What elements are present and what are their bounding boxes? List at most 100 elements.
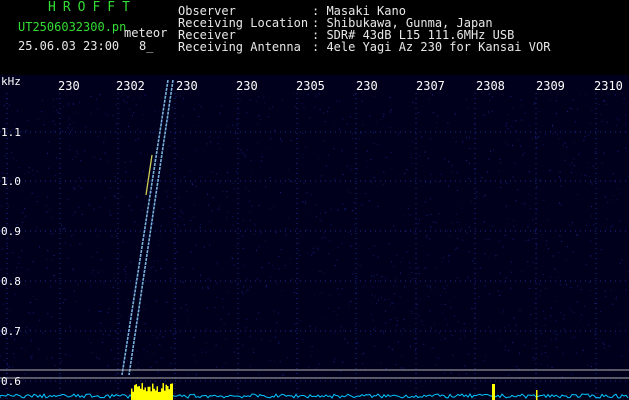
noise-pixel — [14, 294, 16, 295]
noise-pixel — [545, 288, 547, 289]
noise-pixel — [21, 347, 23, 349]
noise-pixel — [23, 131, 25, 133]
noise-pixel — [612, 224, 614, 226]
noise-pixel — [382, 330, 384, 332]
noise-pixel — [617, 188, 619, 190]
spectrum-burst-bar — [168, 389, 170, 400]
noise-pixel — [207, 286, 209, 288]
noise-pixel — [377, 256, 379, 258]
noise-pixel — [515, 120, 517, 122]
noise-pixel — [135, 139, 137, 141]
noise-pixel — [562, 354, 564, 356]
noise-pixel — [191, 287, 193, 289]
noise-pixel — [402, 258, 404, 259]
noise-pixel — [423, 268, 425, 270]
noise-pixel — [78, 177, 80, 179]
noise-pixel — [125, 171, 127, 173]
noise-pixel — [306, 192, 308, 194]
noise-pixel — [191, 182, 193, 184]
noise-pixel — [303, 182, 305, 184]
noise-pixel — [85, 126, 87, 128]
noise-pixel — [569, 224, 571, 226]
noise-pixel — [241, 235, 243, 237]
noise-pixel — [210, 141, 212, 143]
noise-pixel — [71, 235, 73, 237]
noise-pixel — [524, 203, 526, 205]
noise-pixel — [84, 150, 86, 152]
noise-pixel — [370, 275, 372, 277]
noise-pixel — [561, 376, 563, 378]
noise-pixel — [429, 182, 431, 184]
noise-pixel — [463, 323, 465, 325]
noise-pixel — [116, 331, 117, 333]
noise-pixel — [442, 312, 444, 314]
noise-pixel — [504, 141, 506, 143]
noise-pixel — [337, 209, 339, 211]
noise-pixel — [535, 229, 537, 231]
spectrum-burst-bar — [156, 386, 158, 400]
noise-pixel — [544, 318, 546, 320]
noise-pixel — [31, 192, 33, 194]
noise-pixel — [418, 219, 420, 221]
noise-pixel — [277, 312, 279, 314]
noise-pixel — [107, 365, 109, 367]
noise-pixel — [450, 372, 452, 374]
noise-pixel — [159, 234, 161, 236]
noise-pixel — [584, 136, 586, 138]
noise-pixel — [160, 267, 162, 269]
noise-pixel — [606, 227, 608, 229]
noise-pixel — [353, 224, 355, 225]
noise-pixel — [234, 188, 236, 190]
noise-pixel — [165, 191, 167, 193]
noise-pixel — [174, 141, 175, 143]
noise-pixel — [349, 192, 351, 193]
noise-pixel — [148, 281, 150, 282]
noise-pixel — [159, 333, 161, 335]
noise-pixel — [175, 96, 177, 98]
noise-pixel — [419, 299, 421, 301]
noise-pixel — [527, 226, 529, 228]
unit-label: kHz — [1, 75, 21, 88]
spectrogram-background — [0, 75, 629, 400]
noise-pixel — [127, 102, 128, 104]
noise-pixel — [175, 153, 177, 155]
noise-pixel — [105, 152, 107, 154]
noise-pixel — [310, 194, 312, 196]
noise-pixel — [505, 277, 507, 279]
noise-pixel — [500, 186, 502, 188]
noise-pixel — [36, 201, 38, 203]
noise-pixel — [28, 171, 30, 173]
noise-pixel — [170, 347, 172, 349]
noise-pixel — [255, 225, 256, 226]
noise-pixel — [203, 246, 205, 248]
noise-pixel — [319, 93, 321, 95]
noise-pixel — [452, 137, 454, 139]
noise-pixel — [130, 336, 131, 338]
noise-pixel — [49, 286, 51, 288]
noise-pixel — [389, 112, 391, 114]
time-tick-label: 2309 — [536, 79, 565, 93]
noise-pixel — [151, 192, 153, 194]
noise-pixel — [391, 261, 393, 263]
noise-pixel — [435, 267, 437, 269]
noise-pixel — [133, 98, 135, 100]
noise-pixel — [226, 196, 228, 198]
noise-pixel — [371, 294, 373, 296]
noise-pixel — [566, 146, 568, 148]
noise-pixel — [498, 338, 500, 340]
noise-pixel — [407, 208, 409, 210]
noise-pixel — [216, 331, 218, 333]
noise-pixel — [552, 255, 554, 257]
noise-pixel — [542, 144, 544, 146]
noise-pixel — [316, 367, 318, 369]
noise-pixel — [314, 294, 316, 296]
noise-pixel — [88, 309, 90, 311]
noise-pixel — [401, 333, 403, 335]
noise-pixel — [225, 338, 227, 340]
noise-pixel — [195, 244, 197, 246]
noise-pixel — [113, 278, 115, 279]
noise-pixel — [350, 168, 352, 170]
noise-pixel — [162, 336, 164, 338]
noise-pixel — [465, 160, 467, 162]
noise-pixel — [346, 165, 348, 167]
